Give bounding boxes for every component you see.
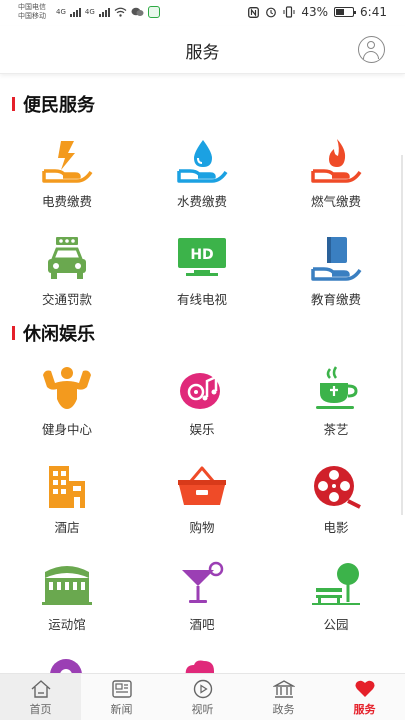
leisure-shopping[interactable]: 购物: [142, 463, 262, 536]
app-header: 服务: [0, 26, 405, 74]
section-title-text: 便民服务: [23, 95, 95, 116]
leisure-hotel[interactable]: 酒店: [7, 463, 127, 536]
hotel-icon: [49, 466, 85, 508]
service-traffic-fine[interactable]: 交通罚款: [7, 235, 127, 308]
play-icon: [193, 679, 212, 699]
battery-percent: 43%: [301, 5, 329, 19]
wifi-icon: [114, 7, 127, 17]
service-gas[interactable]: 燃气缴费: [276, 137, 396, 210]
signal-icon-2: [98, 7, 110, 17]
vibrate-icon: [283, 6, 295, 18]
service-label: 教育缴费: [310, 292, 361, 307]
signal-icon: [69, 7, 81, 17]
service-label: 购物: [189, 520, 215, 535]
tab-label: 新闻: [110, 703, 133, 716]
services-content[interactable]: 便民服务 电费缴费 水费缴费 燃气缴费 交通罚款 HD 有线电视 教育缴费 休闲…: [0, 75, 405, 673]
section-title-leisure: 休闲娱乐: [12, 320, 95, 346]
leisure-fitness[interactable]: 健身中心: [7, 365, 127, 438]
nfc-icon: [248, 6, 260, 18]
service-label: 娱乐: [189, 422, 215, 437]
tea-icon: [316, 366, 358, 409]
news-icon: [111, 680, 132, 698]
service-electricity[interactable]: 电费缴费: [7, 137, 127, 210]
service-label: 电费缴费: [41, 194, 92, 209]
tab-home[interactable]: 首页: [0, 674, 81, 720]
electricity-bill-icon: [42, 141, 93, 183]
section-accent-bar: [12, 326, 15, 340]
section-title-convenience: 便民服务: [12, 91, 95, 117]
education-fee-icon: [311, 237, 362, 281]
leisure-film[interactable]: 电影: [276, 463, 396, 536]
cocktail-icon: [182, 561, 224, 603]
service-label: 交通罚款: [41, 292, 92, 307]
carrier-1: 中国电信: [18, 3, 46, 11]
service-label: 水费缴费: [176, 194, 227, 209]
park-icon: [312, 563, 360, 605]
app-notification-icon: [147, 6, 160, 18]
scrollbar[interactable]: [401, 155, 403, 515]
service-label: 酒吧: [189, 617, 215, 632]
service-label: 电影: [323, 520, 349, 535]
service-label: 有线电视: [176, 292, 227, 307]
cable-tv-icon: HD: [178, 238, 226, 276]
service-label: 运动馆: [48, 617, 86, 632]
tab-label: 首页: [29, 703, 52, 716]
status-left-icons: 4G 4G: [56, 6, 160, 18]
hd-text: HD: [190, 247, 213, 263]
service-cable-tv[interactable]: HD 有线电视: [142, 235, 262, 308]
leisure-bar[interactable]: 酒吧: [142, 560, 262, 633]
carrier-2: 中国移动: [18, 12, 46, 20]
user-head-icon: [367, 41, 375, 49]
section-accent-bar: [12, 97, 15, 111]
service-water[interactable]: 水费缴费: [142, 137, 262, 210]
partial-cloud-icon: [185, 660, 214, 673]
partial-music-icon: [50, 659, 82, 673]
service-label: 酒店: [54, 520, 80, 535]
leisure-entertainment[interactable]: 娱乐: [142, 365, 262, 438]
battery-icon: [334, 7, 357, 17]
heart-icon: [355, 680, 374, 697]
stadium-icon: [42, 566, 92, 605]
page-title: 服务: [185, 43, 220, 63]
leisure-park[interactable]: 公园: [276, 560, 396, 633]
water-bill-icon: [177, 140, 228, 183]
carrier-info: 中国电信 中国移动: [18, 3, 46, 21]
service-label: 燃气缴费: [310, 194, 361, 209]
tab-government[interactable]: 政务: [243, 674, 324, 720]
service-label: 公园: [323, 617, 349, 632]
tab-label: 服务: [353, 703, 376, 716]
tab-news[interactable]: 新闻: [81, 674, 162, 720]
fitness-icon: [43, 367, 91, 409]
clock: 6:41: [360, 5, 387, 19]
gas-bill-icon: [311, 139, 362, 183]
bottom-tab-bar: 首页 新闻 视听 政务 服务: [0, 673, 405, 720]
service-education[interactable]: 教育缴费: [276, 235, 396, 308]
network-type-2: 4G: [84, 8, 95, 16]
service-label: 健身中心: [41, 422, 92, 437]
traffic-fine-icon: [48, 237, 86, 279]
service-label: 茶艺: [323, 422, 349, 437]
profile-avatar-button[interactable]: [358, 36, 385, 63]
tab-label: 政务: [272, 703, 295, 716]
leisure-tea[interactable]: 茶艺: [276, 365, 396, 438]
alarm-icon: [266, 7, 277, 18]
status-right: 43% 6:41: [248, 5, 387, 19]
wechat-icon: [131, 7, 144, 16]
tab-media[interactable]: 视听: [162, 674, 243, 720]
network-type-1: 4G: [56, 8, 66, 16]
home-icon: [31, 680, 50, 698]
leisure-stadium[interactable]: 运动馆: [7, 560, 127, 633]
film-reel-icon: [314, 466, 361, 509]
tab-label: 视听: [191, 703, 214, 716]
shopping-basket-icon: [178, 466, 226, 505]
entertainment-icon: [180, 373, 220, 409]
tab-services[interactable]: 服务: [324, 674, 405, 720]
status-bar: 中国电信 中国移动 4G 4G 43% 6:41: [0, 0, 405, 26]
section-title-text: 休闲娱乐: [23, 324, 95, 345]
government-icon: [272, 680, 295, 698]
user-body-icon: [363, 51, 379, 59]
